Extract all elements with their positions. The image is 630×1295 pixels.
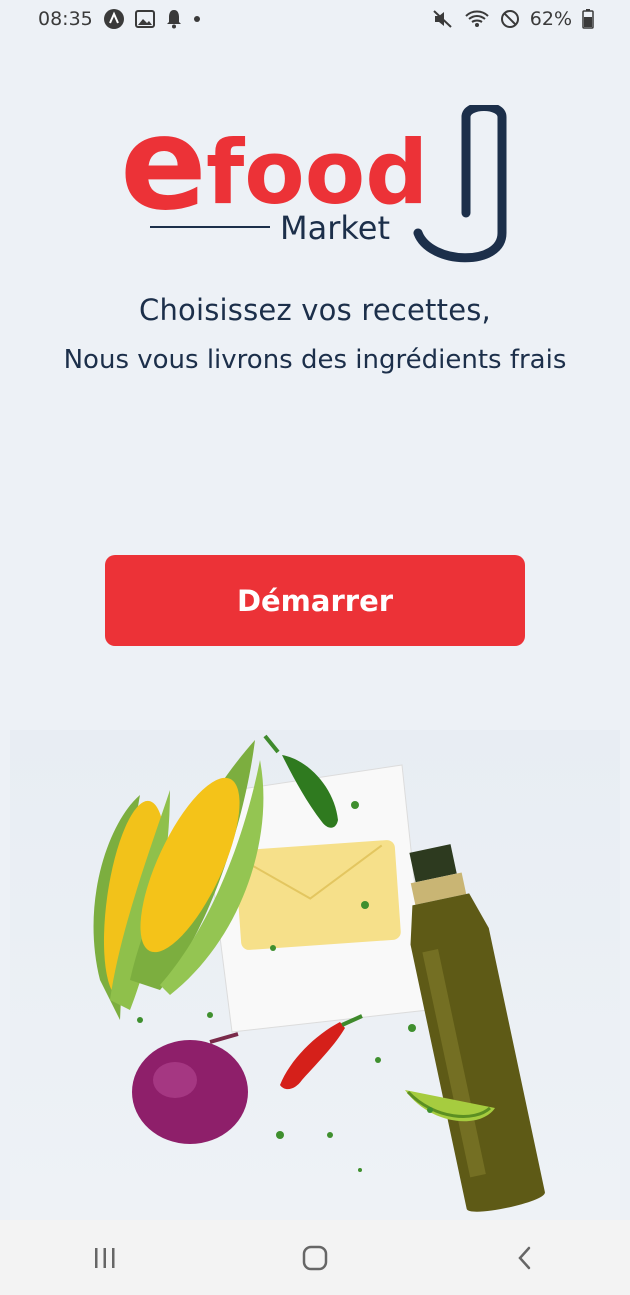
status-time: 08:35 — [38, 8, 93, 30]
butter-icon — [235, 840, 401, 950]
red-onion-icon — [132, 1032, 248, 1144]
tagline-line1: Choisissez vos recettes, — [139, 293, 491, 327]
back-button[interactable] — [495, 1228, 555, 1288]
logo-e: e — [120, 105, 207, 239]
start-button[interactable]: Démarrer — [105, 555, 525, 646]
battery-percent: 62% — [529, 8, 572, 30]
logo-hook — [413, 102, 507, 263]
recent-apps-button[interactable] — [75, 1228, 135, 1288]
ingredients-illustration — [10, 730, 620, 1220]
status-right: 62% — [432, 8, 594, 30]
efood-market-logo: e food Market — [120, 90, 510, 270]
wifi-icon — [464, 9, 490, 29]
bell-icon — [165, 9, 183, 29]
status-left: 08:35 — [38, 8, 201, 30]
red-chili-icon — [280, 1014, 363, 1090]
home-icon — [302, 1245, 328, 1270]
dot-icon — [193, 15, 201, 23]
system-nav-bar — [0, 1220, 630, 1295]
tagline-line2: Nous vous livrons des ingrédients frais — [63, 345, 567, 375]
dnd-icon — [500, 9, 520, 29]
app-icon — [103, 8, 125, 30]
home-button[interactable] — [285, 1228, 345, 1288]
battery-icon — [582, 9, 594, 29]
mute-icon — [432, 9, 454, 29]
recent-apps-icon — [95, 1247, 115, 1268]
back-icon — [518, 1246, 531, 1269]
gallery-icon — [134, 10, 155, 28]
status-bar: 08:35 62% — [0, 0, 630, 38]
logo-market: Market — [280, 209, 390, 247]
